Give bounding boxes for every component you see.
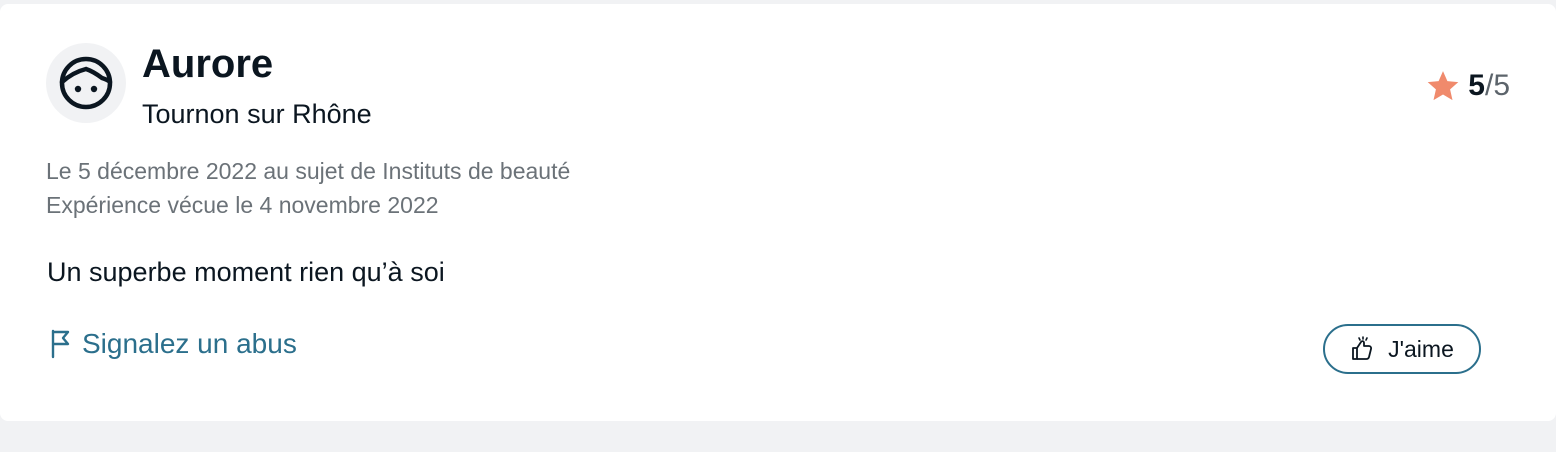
like-button[interactable]: J'aime xyxy=(1323,324,1481,374)
star-icon xyxy=(1427,71,1459,101)
flag-icon xyxy=(51,329,70,359)
rating: 5 / 5 xyxy=(1426,66,1510,106)
report-abuse-link[interactable]: Signalez un abus xyxy=(50,326,297,362)
review-meta: Le 5 décembre 2022 au sujet de Instituts… xyxy=(46,154,570,222)
review-date: Le 5 décembre 2022 au sujet de Instituts… xyxy=(46,158,571,184)
avatar xyxy=(46,43,126,123)
report-abuse-label: Signalez un abus xyxy=(82,328,297,359)
rating-score: 5 xyxy=(1468,69,1485,102)
rating-separator: / xyxy=(1484,69,1494,102)
thumbs-up-icon xyxy=(1352,336,1373,360)
review-card: Aurore Tournon sur Rhône 5 / 5 Le 5 déce… xyxy=(0,4,1556,421)
rating-max: 5 xyxy=(1493,69,1510,102)
author-city: Tournon sur Rhône xyxy=(142,99,372,129)
author-name: Aurore xyxy=(142,42,274,86)
review-title: Un superbe moment rien qu’à soi xyxy=(47,257,445,287)
like-label: J'aime xyxy=(1388,335,1454,362)
experience-date: Expérience vécue le 4 novembre 2022 xyxy=(46,192,439,218)
face-icon xyxy=(59,56,113,110)
